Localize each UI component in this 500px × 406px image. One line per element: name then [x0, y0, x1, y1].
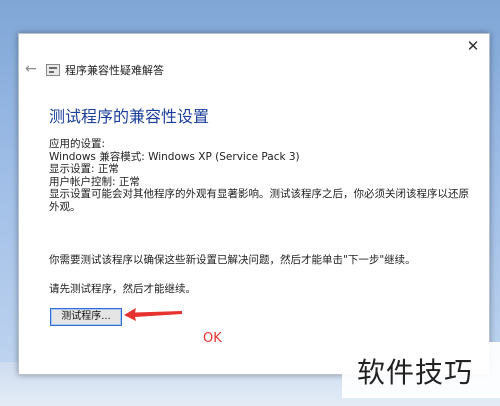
test-program-button[interactable]: 测试程序...	[50, 308, 122, 326]
compatibility-troubleshooter-dialog: ✕ ← 程序兼容性疑难解答 测试程序的兼容性设置 应用的设置: Windows …	[18, 33, 490, 375]
setting-compat-mode: Windows 兼容模式: Windows XP (Service Pack 3…	[49, 150, 300, 163]
page-heading: 测试程序的兼容性设置	[49, 107, 210, 126]
dialog-header: ← 程序兼容性疑难解答	[19, 60, 489, 82]
display-warning-text: 显示设置可能会对其他程序的外观有显著影响。测试该程序之后，你必须关闭该程序以还原…	[49, 188, 469, 213]
red-pointer-arrow-icon	[124, 308, 182, 321]
instruction-test-first: 请先测试程序，然后才能继续。	[49, 283, 196, 295]
setting-uac: 用户帐户控制: 正常	[49, 175, 140, 188]
back-arrow-icon[interactable]: ←	[25, 61, 37, 77]
troubleshooter-app-icon	[46, 64, 60, 76]
instruction-test-before-next: 你需要测试该程序以确保这些新设置已解决问题，然后才能单击"下一步"继续。	[49, 254, 416, 266]
close-button[interactable]: ✕	[461, 36, 485, 56]
settings-caption: 应用的设置:	[49, 138, 106, 150]
close-icon: ✕	[466, 37, 480, 55]
setting-display: 显示设置: 正常	[49, 163, 119, 175]
window-title: 程序兼容性疑难解答	[65, 64, 164, 77]
watermark-text: 软件技巧	[357, 356, 474, 389]
red-pointer-arrow-shape	[124, 308, 182, 321]
applied-settings-list: 应用的设置: Windows 兼容模式: Windows XP (Service…	[49, 138, 479, 213]
ok-annotation-label: OK	[203, 331, 222, 346]
